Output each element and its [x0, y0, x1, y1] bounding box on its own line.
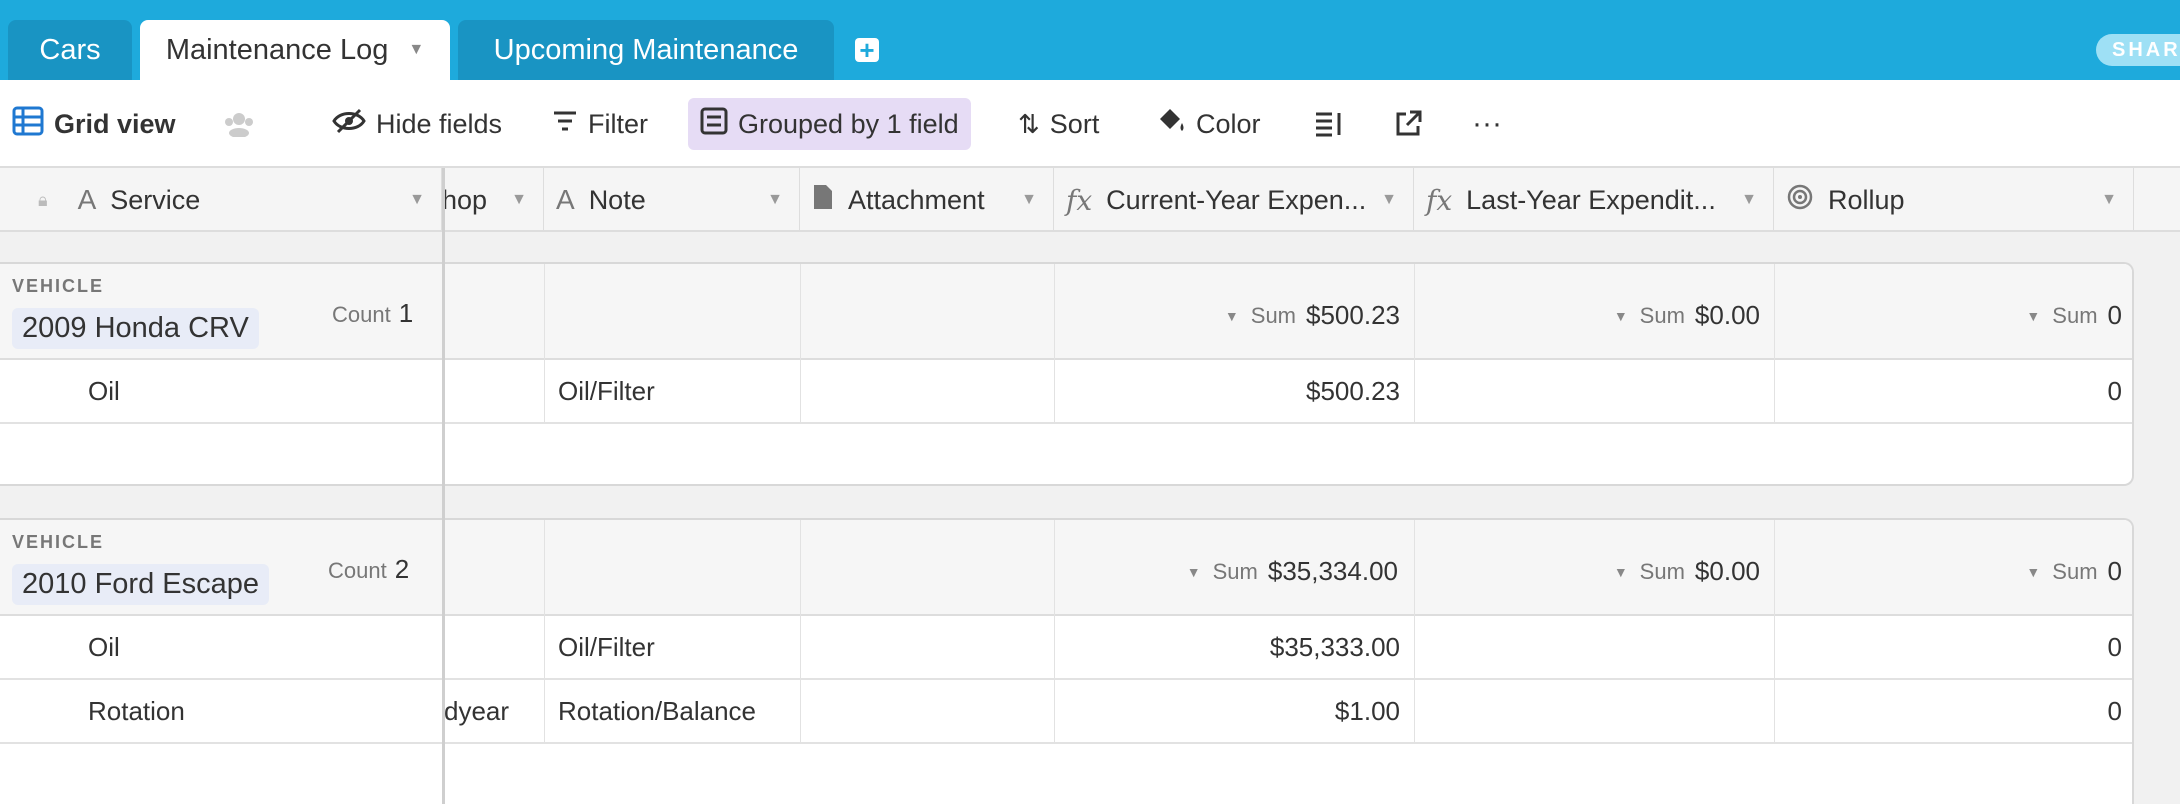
- tab-cars[interactable]: Cars: [8, 20, 132, 80]
- chevron-down-icon: ▼: [2026, 307, 2041, 324]
- grid-view-icon: [12, 105, 44, 144]
- lock-icon: 🔒︎: [38, 189, 48, 210]
- cell-rollup[interactable]: 0: [1774, 616, 2122, 678]
- cell-current-year[interactable]: $500.23: [1054, 360, 1400, 422]
- group-count: Count 2: [328, 554, 410, 584]
- more-options-icon[interactable]: ···: [1460, 98, 1514, 150]
- group-2009-honda-crv: VEHICLE 2009 Honda CRV Count 1 ▼ Sum $500.2…: [0, 262, 2134, 486]
- cell-service[interactable]: Rotation: [88, 680, 438, 742]
- share-view-icon[interactable]: [1382, 98, 1434, 150]
- column-header-shop[interactable]: hop ▼: [442, 168, 544, 232]
- cell-note[interactable]: Rotation/Balance: [558, 680, 798, 742]
- column-header-row: 🔒︎ A Service ▼ hop ▼ A Note ▼ Attachment…: [0, 168, 2180, 232]
- tab-maintenance-log[interactable]: Maintenance Log ▼: [140, 20, 450, 80]
- group-value: 2009 Honda CRV: [12, 308, 259, 349]
- summary-rollup[interactable]: ▼ Sum 0: [1774, 556, 2122, 587]
- chevron-down-icon: ▼: [2026, 563, 2041, 580]
- chevron-down-icon[interactable]: ▼: [767, 191, 783, 209]
- filter-icon: [552, 109, 578, 140]
- sort-icon: ⇅: [1018, 108, 1040, 139]
- chevron-down-icon: ▼: [1613, 563, 1628, 580]
- column-header-last-year[interactable]: fx Last-Year Expendit... ▼: [1414, 168, 1774, 232]
- cell-service[interactable]: Oil: [88, 616, 438, 678]
- paint-bucket-icon: [1156, 107, 1186, 142]
- frozen-column-divider[interactable]: [442, 168, 445, 804]
- chevron-down-icon[interactable]: ▼: [409, 191, 425, 209]
- summary-last-year[interactable]: ▼ Sum $0.00: [1414, 300, 1760, 331]
- group-value: 2010 Ford Escape: [12, 564, 269, 605]
- chevron-down-icon: ▼: [1224, 307, 1239, 324]
- chevron-down-icon[interactable]: ▼: [1741, 191, 1757, 209]
- table-row[interactable]: Oil Oil/Filter $35,333.00 0: [0, 616, 2132, 680]
- cell-note[interactable]: Oil/Filter: [558, 360, 798, 422]
- tab-upcoming-maintenance[interactable]: Upcoming Maintenance: [458, 20, 834, 80]
- formula-icon: fx: [1426, 183, 1453, 217]
- attachment-icon: [812, 183, 834, 218]
- column-header-rollup[interactable]: Rollup ▼: [1774, 168, 2134, 232]
- cell-shop[interactable]: dyear: [444, 680, 542, 742]
- hide-fields-button[interactable]: Hide fields: [320, 98, 514, 150]
- column-header-service[interactable]: 🔒︎ A Service ▼: [0, 168, 442, 232]
- row-height-icon[interactable]: [1302, 98, 1356, 150]
- view-toolbar: Grid view Hide fields Filter Grouped by …: [0, 80, 2180, 168]
- chevron-down-icon[interactable]: ▼: [511, 191, 527, 209]
- summary-current-year[interactable]: ▼ Sum $500.23: [1054, 300, 1400, 331]
- summary-rollup[interactable]: ▼ Sum 0: [1774, 300, 2122, 331]
- chevron-down-icon: ▼: [1613, 307, 1628, 324]
- table-tab-bar: Cars Maintenance Log ▼ Upcoming Maintena…: [0, 0, 2180, 80]
- view-switcher[interactable]: Grid view: [0, 98, 188, 150]
- table-row[interactable]: Oil Oil/Filter $500.23 0: [0, 360, 2132, 424]
- column-header-current-year[interactable]: fx Current-Year Expen... ▼: [1054, 168, 1414, 232]
- chevron-down-icon: ▼: [1186, 563, 1201, 580]
- share-button[interactable]: SHAR: [2096, 34, 2180, 66]
- cell-service[interactable]: Oil: [88, 360, 438, 422]
- summary-current-year[interactable]: ▼ Sum $35,334.00: [1054, 556, 1398, 587]
- chevron-down-icon[interactable]: ▼: [408, 41, 424, 59]
- group-header[interactable]: VEHICLE 2010 Ford Escape Count 2 ▼ Sum $35,…: [0, 520, 2132, 616]
- cell-current-year[interactable]: $35,333.00: [1054, 616, 1400, 678]
- group-2010-ford-escape: VEHICLE 2010 Ford Escape Count 2 ▼ Sum $35,…: [0, 518, 2134, 804]
- summary-last-year[interactable]: ▼ Sum $0.00: [1414, 556, 1760, 587]
- cell-note[interactable]: Oil/Filter: [558, 616, 798, 678]
- filter-button[interactable]: Filter: [540, 98, 660, 150]
- sort-button[interactable]: ⇅ Sort: [1006, 98, 1111, 150]
- eye-off-icon: [332, 108, 366, 141]
- grid: 🔒︎ A Service ▼ hop ▼ A Note ▼ Attachment…: [0, 168, 2180, 804]
- view-name: Grid view: [54, 108, 176, 139]
- group-header[interactable]: VEHICLE 2009 Honda CRV Count 1 ▼ Sum $500.2…: [0, 264, 2132, 360]
- column-header-note[interactable]: A Note ▼: [544, 168, 800, 232]
- rollup-icon: [1786, 183, 1814, 218]
- cell-shop[interactable]: [446, 616, 542, 678]
- color-button[interactable]: Color: [1144, 98, 1273, 150]
- table-row[interactable]: Rotation dyear Rotation/Balance $1.00 0: [0, 680, 2132, 744]
- group-button[interactable]: Grouped by 1 field: [688, 98, 971, 150]
- chevron-down-icon[interactable]: ▼: [1021, 191, 1037, 209]
- group-count: Count 1: [332, 298, 414, 328]
- text-field-icon: A: [77, 184, 97, 215]
- cell-shop[interactable]: [446, 360, 542, 422]
- column-header-attachment[interactable]: Attachment ▼: [800, 168, 1054, 232]
- formula-icon: fx: [1066, 183, 1093, 217]
- cell-rollup[interactable]: 0: [1774, 680, 2122, 742]
- chevron-down-icon[interactable]: ▼: [2101, 191, 2117, 209]
- chevron-down-icon[interactable]: ▼: [1381, 191, 1397, 209]
- collaborators-icon[interactable]: [210, 98, 268, 150]
- cell-current-year[interactable]: $1.00: [1054, 680, 1400, 742]
- group-icon: [700, 107, 728, 142]
- text-field-icon: A: [556, 184, 575, 215]
- cell-rollup[interactable]: 0: [1774, 360, 2122, 422]
- add-table-icon[interactable]: +: [855, 37, 879, 63]
